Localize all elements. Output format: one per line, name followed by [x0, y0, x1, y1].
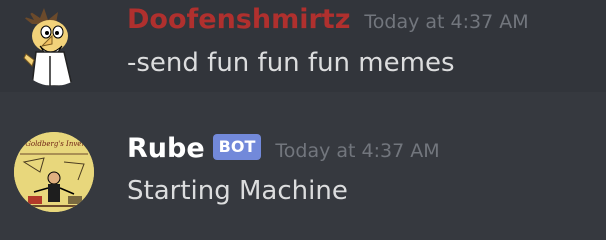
message-content: Starting Machine	[127, 176, 348, 206]
message-header: Doofenshmirtz Today at 4:37 AM	[127, 3, 529, 37]
username[interactable]: Rube	[127, 132, 205, 166]
svg-text:Rube Goldberg's Inventions: Rube Goldberg's Inventions	[14, 140, 94, 148]
username[interactable]: Doofenshmirtz	[127, 3, 350, 37]
rube-goldberg-avatar-icon[interactable]: Rube Goldberg's Inventions	[14, 132, 94, 212]
message-doofenshmirtz[interactable]: Doofenshmirtz Today at 4:37 AM -send fun…	[0, 0, 606, 92]
timestamp: Today at 4:37 AM	[275, 140, 440, 162]
chat-message-list: Doofenshmirtz Today at 4:37 AM -send fun…	[0, 0, 606, 240]
bot-badge: BOT	[212, 134, 262, 160]
timestamp: Today at 4:37 AM	[364, 11, 529, 33]
message-rube[interactable]: Rube Goldberg's Inventions Rube BOT Toda…	[0, 92, 606, 240]
message-header: Rube BOT Today at 4:37 AM	[127, 132, 440, 166]
doofenshmirtz-avatar-icon[interactable]	[14, 6, 94, 86]
message-content: -send fun fun fun memes	[127, 48, 455, 78]
